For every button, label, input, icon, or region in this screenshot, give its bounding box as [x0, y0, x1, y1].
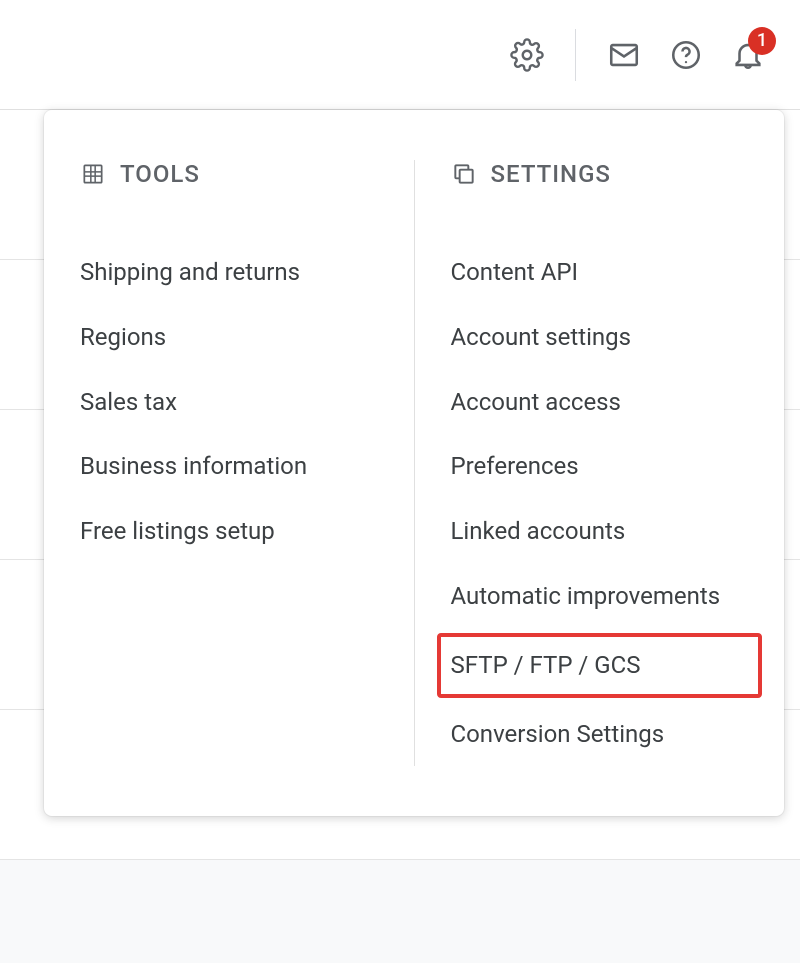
gear-icon-button[interactable]	[503, 31, 551, 79]
menu-item-automatic-improvements[interactable]: Automatic improvements	[451, 564, 749, 629]
topbar-divider	[575, 29, 576, 81]
gear-icon	[510, 38, 544, 72]
menu-item-free-listings-setup[interactable]: Free listings setup	[80, 499, 378, 564]
notification-badge: 1	[748, 27, 776, 55]
menu-item-conversion-settings[interactable]: Conversion Settings	[451, 702, 749, 767]
tools-header: TOOLS	[80, 160, 378, 188]
mail-icon	[607, 38, 641, 72]
grid-icon	[80, 161, 106, 187]
settings-header-title: SETTINGS	[491, 160, 611, 188]
mail-icon-button[interactable]	[600, 31, 648, 79]
copy-icon	[451, 161, 477, 187]
topbar: 1	[0, 0, 800, 110]
help-icon	[669, 38, 703, 72]
menu-item-business-information[interactable]: Business information	[80, 434, 378, 499]
menu-item-linked-accounts[interactable]: Linked accounts	[451, 499, 749, 564]
tools-column: TOOLS Shipping and returns Regions Sales…	[44, 160, 415, 766]
menu-item-content-api[interactable]: Content API	[451, 240, 749, 305]
tools-header-title: TOOLS	[120, 160, 200, 188]
menu-item-shipping-and-returns[interactable]: Shipping and returns	[80, 240, 378, 305]
menu-item-account-settings[interactable]: Account settings	[451, 305, 749, 370]
menu-item-account-access[interactable]: Account access	[451, 370, 749, 435]
menu-item-regions[interactable]: Regions	[80, 305, 378, 370]
menu-item-preferences[interactable]: Preferences	[451, 434, 749, 499]
tools-settings-dropdown: TOOLS Shipping and returns Regions Sales…	[44, 110, 784, 816]
settings-column: SETTINGS Content API Account settings Ac…	[415, 160, 785, 766]
menu-item-sftp-ftp-gcs[interactable]: SFTP / FTP / GCS	[437, 633, 763, 698]
menu-item-sales-tax[interactable]: Sales tax	[80, 370, 378, 435]
help-icon-button[interactable]	[662, 31, 710, 79]
notifications-icon-button[interactable]: 1	[724, 31, 772, 79]
settings-header: SETTINGS	[451, 160, 749, 188]
